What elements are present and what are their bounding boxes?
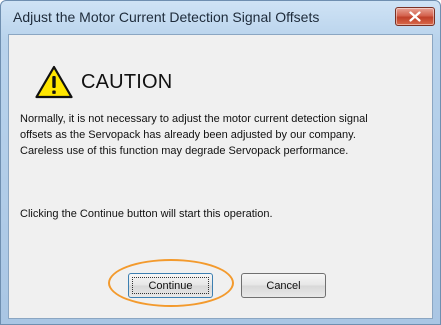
cancel-button[interactable]: Cancel [241,273,326,298]
caution-heading: CAUTION [81,70,173,93]
close-button[interactable] [395,7,435,26]
instruction-text: Clicking the Continue button will start … [20,208,273,220]
message-line: offsets as the Servopack has already bee… [20,129,356,141]
title-bar[interactable]: Adjust the Motor Current Detection Signa… [1,1,440,33]
warning-triangle-icon [35,65,73,99]
focus-rectangle [132,277,209,294]
caution-header: CAUTION [35,65,172,99]
caution-message: Normally, it is not necessary to adjust … [20,111,430,159]
cancel-button-label: Cancel [266,279,301,292]
window-title: Adjust the Motor Current Detection Signa… [13,9,320,25]
dialog-content: CAUTION Normally, it is not necessary to… [8,34,433,319]
close-icon [409,11,421,22]
message-line: Normally, it is not necessary to adjust … [20,113,368,125]
dialog-window: Adjust the Motor Current Detection Signa… [0,0,441,325]
continue-button[interactable]: Continue [128,273,213,298]
message-line: Careless use of this function may degrad… [20,145,349,157]
